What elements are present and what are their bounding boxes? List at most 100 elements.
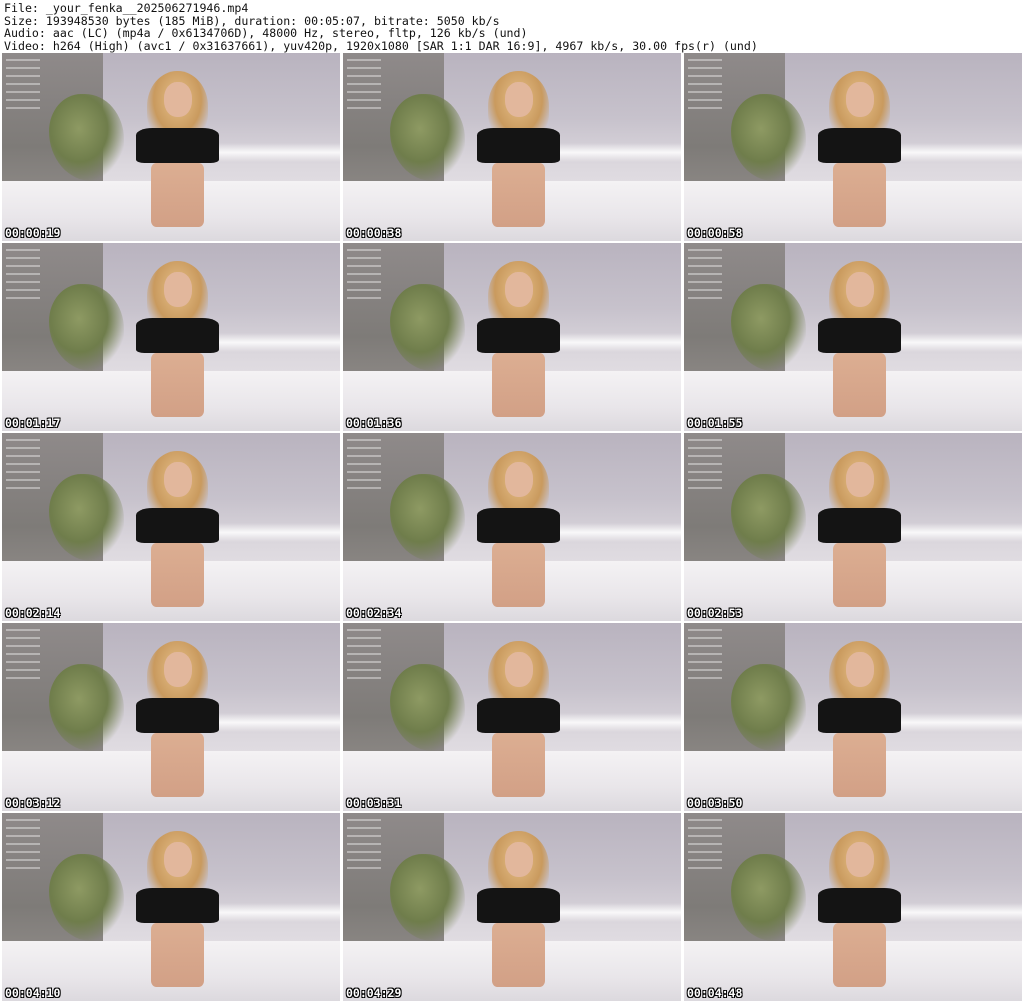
video-thumbnail: 00:02:53 bbox=[684, 433, 1022, 621]
video-thumbnail: 00:00:38 bbox=[343, 53, 681, 241]
thumbnail-timestamp: 00:00:38 bbox=[346, 226, 402, 240]
thumbnail-overlay bbox=[688, 439, 722, 491]
thumbnail-figure bbox=[130, 634, 225, 811]
thumbnail-timestamp: 00:01:36 bbox=[346, 416, 402, 430]
video-thumbnail: 00:00:19 bbox=[2, 53, 340, 241]
figure-face bbox=[163, 651, 192, 688]
video-thumbnail: 00:01:17 bbox=[2, 243, 340, 431]
thumbnail-overlay bbox=[347, 439, 381, 491]
thumbnail-figure bbox=[130, 64, 225, 241]
thumbnail-timestamp: 00:04:29 bbox=[346, 986, 402, 1000]
video-thumbnail: 00:00:58 bbox=[684, 53, 1022, 241]
thumbnail-figure bbox=[130, 824, 225, 1001]
figure-top bbox=[136, 127, 220, 164]
figure-top bbox=[818, 507, 902, 544]
figure-face bbox=[504, 841, 533, 878]
thumbnail-overlay bbox=[688, 59, 722, 111]
figure-face bbox=[504, 461, 533, 498]
video-thumbnail: 00:03:31 bbox=[343, 623, 681, 811]
figure-torso bbox=[833, 923, 887, 987]
thumbnail-timestamp: 00:04:48 bbox=[687, 986, 743, 1000]
figure-top bbox=[818, 887, 902, 924]
figure-torso bbox=[833, 163, 887, 227]
video-thumbnail: 00:02:34 bbox=[343, 433, 681, 621]
thumbnail-overlay bbox=[347, 249, 381, 301]
file-info-header: File: _your_fenka__202506271946.mp4 Size… bbox=[0, 0, 1024, 53]
thumbnail-figure bbox=[812, 64, 907, 241]
thumbnail-timestamp: 00:01:17 bbox=[5, 416, 61, 430]
thumbnail-overlay bbox=[6, 249, 40, 301]
video-thumbnail: 00:02:14 bbox=[2, 433, 340, 621]
video-thumbnail: 00:04:29 bbox=[343, 813, 681, 1001]
figure-top bbox=[477, 127, 561, 164]
thumbnail-timestamp: 00:03:31 bbox=[346, 796, 402, 810]
figure-top bbox=[818, 127, 902, 164]
figure-face bbox=[845, 271, 874, 308]
figure-torso bbox=[151, 923, 205, 987]
thumbnail-timestamp: 00:00:19 bbox=[5, 226, 61, 240]
thumbnail-overlay bbox=[688, 819, 722, 871]
video-info-line: Video: h264 (High) (avc1 / 0x31637661), … bbox=[4, 38, 758, 53]
figure-torso bbox=[151, 733, 205, 797]
thumbnail-figure bbox=[471, 824, 566, 1001]
video-thumbnail: 00:03:12 bbox=[2, 623, 340, 811]
figure-face bbox=[845, 81, 874, 118]
video-thumbnail: 00:03:50 bbox=[684, 623, 1022, 811]
thumbnail-overlay bbox=[6, 819, 40, 871]
thumbnail-overlay bbox=[688, 629, 722, 681]
thumbnail-timestamp: 00:04:10 bbox=[5, 986, 61, 1000]
thumbnail-timestamp: 00:02:53 bbox=[687, 606, 743, 620]
figure-face bbox=[163, 81, 192, 118]
video-thumbnail: 00:01:36 bbox=[343, 243, 681, 431]
figure-top bbox=[477, 507, 561, 544]
figure-torso bbox=[492, 923, 546, 987]
figure-top bbox=[136, 697, 220, 734]
thumbnail-overlay bbox=[347, 629, 381, 681]
figure-face bbox=[504, 651, 533, 688]
figure-torso bbox=[833, 733, 887, 797]
video-thumbnail: 00:04:48 bbox=[684, 813, 1022, 1001]
figure-top bbox=[818, 317, 902, 354]
thumbnail-timestamp: 00:00:58 bbox=[687, 226, 743, 240]
thumbnail-timestamp: 00:02:34 bbox=[346, 606, 402, 620]
video-thumbnail: 00:04:10 bbox=[2, 813, 340, 1001]
figure-top bbox=[136, 887, 220, 924]
figure-face bbox=[504, 81, 533, 118]
thumbnail-figure bbox=[471, 634, 566, 811]
figure-torso bbox=[492, 353, 546, 417]
figure-top bbox=[136, 507, 220, 544]
thumbnail-figure bbox=[130, 254, 225, 431]
figure-face bbox=[163, 461, 192, 498]
figure-torso bbox=[833, 353, 887, 417]
thumbnail-timestamp: 00:03:50 bbox=[687, 796, 743, 810]
figure-top bbox=[477, 697, 561, 734]
figure-top bbox=[477, 887, 561, 924]
file-name-line: File: _your_fenka__202506271946.mp4 bbox=[4, 1, 249, 15]
figure-torso bbox=[833, 543, 887, 607]
figure-torso bbox=[151, 543, 205, 607]
figure-torso bbox=[492, 163, 546, 227]
thumbnail-figure bbox=[812, 254, 907, 431]
thumbnail-overlay bbox=[6, 439, 40, 491]
thumbnail-figure bbox=[471, 444, 566, 621]
figure-top bbox=[818, 697, 902, 734]
thumbnail-figure bbox=[130, 444, 225, 621]
figure-face bbox=[845, 651, 874, 688]
figure-torso bbox=[151, 353, 205, 417]
thumbnail-overlay bbox=[688, 249, 722, 301]
thumbnail-timestamp: 00:02:14 bbox=[5, 606, 61, 620]
figure-face bbox=[163, 841, 192, 878]
thumbnail-figure bbox=[471, 64, 566, 241]
figure-torso bbox=[492, 733, 546, 797]
figure-torso bbox=[151, 163, 205, 227]
thumbnail-overlay bbox=[6, 629, 40, 681]
audio-info-line: Audio: aac (LC) (mp4a / 0x6134706D), 480… bbox=[4, 26, 528, 41]
figure-top bbox=[136, 317, 220, 354]
figure-face bbox=[504, 271, 533, 308]
figure-face bbox=[845, 461, 874, 498]
thumbnail-timestamp: 00:03:12 bbox=[5, 796, 61, 810]
figure-torso bbox=[492, 543, 546, 607]
thumbnail-figure bbox=[812, 444, 907, 621]
video-thumbnail: 00:01:55 bbox=[684, 243, 1022, 431]
thumbnail-figure bbox=[471, 254, 566, 431]
